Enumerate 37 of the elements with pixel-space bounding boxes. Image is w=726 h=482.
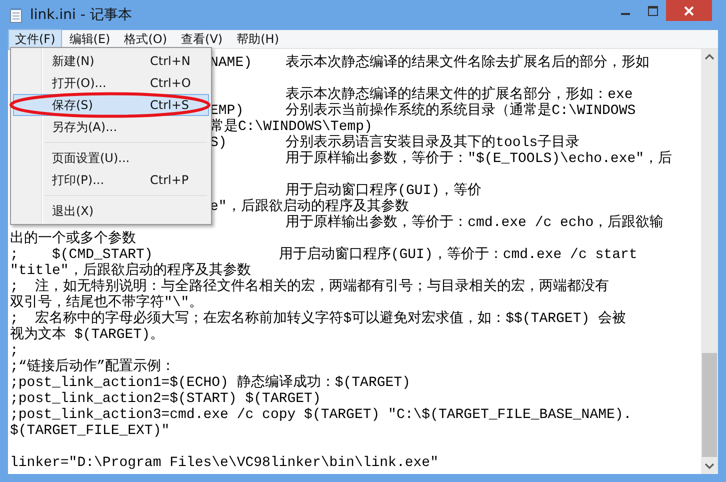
text-line: ; $(CMD_START) 用于启动窗口程序(GUI)，等价于：cmd.exe /c start (10, 247, 638, 263)
menu-item[interactable]: 编辑(E) (62, 28, 118, 50)
menu-option[interactable]: 打开(O)... Ctrl+O (13, 72, 209, 94)
text-line: 视为文本 $(TARGET)。 (10, 327, 164, 343)
menu-option[interactable]: 新建(N) Ctrl+N (13, 50, 209, 72)
menu-option[interactable]: 页面设置(U)... (13, 147, 209, 169)
text-line: linker="D:\Program Files\e\VC98linker\bin\link.exe" (10, 455, 438, 471)
text-line: "title"，后跟欲启动的程序及其参数 (10, 263, 251, 279)
text-line: ; 注，如无特别说明：与全路径文件名相关的宏，两端都有引号；与目录相关的宏，两端都没有 (10, 279, 610, 295)
text-line: ;post_link_action1=$(ECHO) 静态编译成功：$(TARGET) (10, 375, 410, 391)
menu-item[interactable]: 文件(F) (8, 28, 62, 50)
text-line: 双引号，结尾也不带字符"\"。 (10, 295, 204, 311)
text-line: ;“链接后动作”配置示例： (10, 359, 176, 375)
menu-item[interactable]: 格式(O) (117, 28, 174, 50)
menu-item[interactable]: 查看(V) (174, 28, 230, 50)
menu-option[interactable]: 退出(X) (13, 200, 209, 222)
window-title: link.ini - 记事本 (30, 6, 132, 24)
text-line: 用于原样输出参数，等价于："$(E_TOOLS)\echo.exe"，后 (284, 151, 672, 167)
maximize-icon (648, 6, 658, 16)
menu-option[interactable]: 打印(P)... Ctrl+P (13, 169, 209, 191)
text-line: ; 宏名称中的字母必须大写；在宏名称前加转义字符$可以避免对宏求值，如：$$(TARGET) 会被 (10, 311, 626, 327)
text-line: 表示本次静态编译的结果文件的扩展名部分，形如：exe (284, 87, 633, 103)
scrollbar[interactable] (701, 49, 718, 474)
close-icon (684, 6, 694, 16)
menu-item[interactable]: 帮助(H) (230, 28, 286, 50)
text-line: ;post_link_action2=$(START) $(TARGET) (10, 391, 321, 407)
text-line: 用于启动窗口程序(GUI)，等价 (286, 183, 482, 199)
menu-option[interactable]: 另存为(A)... (13, 116, 209, 138)
text-line: 出的一个或多个参数 (10, 231, 136, 247)
minimize-icon (621, 13, 630, 15)
text-line: ; (10, 343, 18, 359)
close-button[interactable] (666, 0, 712, 21)
scrollbar-thumb[interactable] (702, 353, 717, 457)
text-line: $(TARGET_FILE_EXT)" (10, 423, 170, 439)
text-line: 用于原样输出参数，等价于：cmd.exe /c echo，后跟欲输 (284, 215, 664, 231)
text-line: ;post_link_action3=cmd.exe /c copy $(TARGET) "C:\$(TARGET_FILE_BASE_NAME). (10, 407, 632, 423)
notepad-icon (10, 8, 22, 22)
